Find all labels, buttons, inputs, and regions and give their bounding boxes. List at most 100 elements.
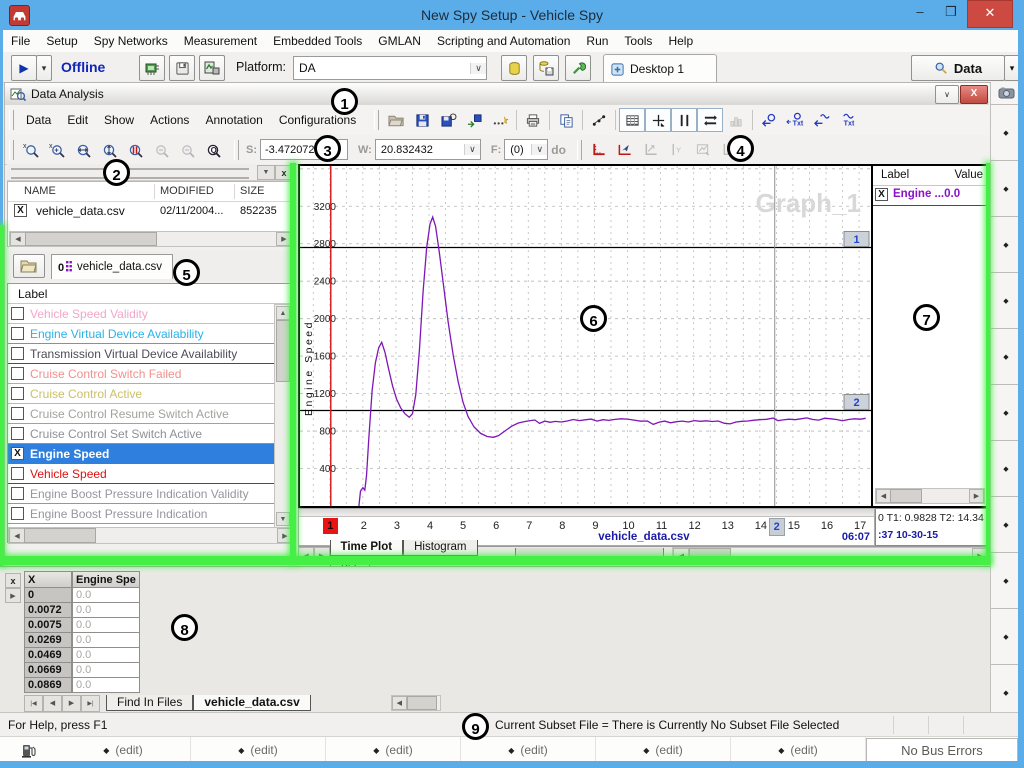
da-menu-edit[interactable]: Edit (59, 109, 96, 131)
label-checkbox[interactable]: X (11, 447, 24, 460)
zoom-quality-button[interactable]: Q (200, 138, 226, 162)
edit-slot[interactable]: ◆(edit) (596, 737, 731, 763)
nav-prev-icon[interactable]: ◀ (43, 695, 62, 712)
cursor-1-marker[interactable]: 1 (323, 518, 338, 534)
table-row[interactable]: 00.0 (24, 587, 142, 603)
label-row-engine-speed[interactable]: XEngine Speed (8, 444, 274, 464)
file-row[interactable]: X vehicle_data.csv 02/11/2004... 852235 (8, 201, 292, 221)
column-size[interactable]: SIZE (240, 185, 264, 197)
label-checkbox[interactable] (11, 347, 24, 360)
export-signal-button[interactable] (808, 108, 834, 132)
scroll-left-icon[interactable]: ◀ (876, 489, 891, 503)
table-row[interactable]: 0.08690.0 (24, 677, 142, 693)
minimize-button[interactable]: – (905, 0, 935, 26)
label-row-cruise-control-active[interactable]: Cruise Control Active (8, 384, 274, 404)
edit-slot[interactable]: ◆(edit) (326, 737, 461, 763)
scrollbar-thumb[interactable] (276, 320, 290, 382)
copy-button[interactable] (553, 108, 579, 132)
column-name[interactable]: NAME (24, 185, 56, 197)
scroll-up-icon[interactable]: ▲ (276, 306, 290, 320)
toolbar-grip[interactable] (9, 140, 14, 160)
table-row[interactable]: 0.00750.0 (24, 617, 142, 633)
label-checkbox[interactable] (11, 367, 24, 380)
file-checkbox[interactable]: X (14, 204, 27, 217)
dock-close-button[interactable]: x (5, 573, 21, 588)
scrollbar-thumb[interactable] (890, 489, 922, 503)
label-checkbox[interactable] (11, 307, 24, 320)
menu-file[interactable]: File (3, 30, 38, 52)
value-panel-column-label[interactable]: Label (881, 169, 909, 181)
data-view-button[interactable]: Data (911, 55, 1005, 81)
menu-run[interactable]: Run (578, 30, 616, 52)
table-row[interactable]: 0.02690.0 (24, 632, 142, 648)
toolbar-grip[interactable] (374, 110, 379, 130)
cell-x[interactable]: 0.0869 (24, 677, 72, 693)
cell-x[interactable]: 0.0072 (24, 602, 72, 618)
menu-spy-networks[interactable]: Spy Networks (86, 30, 176, 52)
label-list-hscrollbar[interactable]: ◀ ▶ (8, 527, 294, 544)
tools-wrench-button[interactable] (565, 55, 591, 81)
strip-slot[interactable]: ◆ (991, 608, 1021, 664)
nav-next-icon[interactable]: ▶ (62, 695, 81, 712)
axis-y-button[interactable]: Y (664, 138, 690, 162)
axis-grip[interactable] (299, 509, 874, 517)
value-panel-hscrollbar[interactable]: ◀ ▶ (875, 488, 985, 504)
label-row-transmission-virtual-device-availability[interactable]: Transmission Virtual Device Availability (8, 344, 274, 364)
toggle-vertical-cursors-button[interactable] (671, 108, 697, 132)
zoom-horizontal-button[interactable] (70, 138, 96, 162)
label-checkbox[interactable] (11, 407, 24, 420)
zoom-out-button[interactable] (148, 138, 174, 162)
scrollbar-thumb[interactable] (25, 232, 157, 246)
tab-desktop-1[interactable]: Desktop 1 (603, 54, 717, 83)
axis-scale-button[interactable] (638, 138, 664, 162)
scroll-left-icon[interactable]: ◀ (9, 528, 25, 543)
export-button[interactable] (461, 108, 487, 132)
zoom-previous-button[interactable] (174, 138, 200, 162)
cell-value[interactable]: 0.0 (72, 677, 140, 693)
table-row[interactable]: 0.00720.0 (24, 602, 142, 618)
toggle-crosshair-button[interactable] (645, 108, 671, 132)
hardware-icon-button[interactable] (139, 55, 165, 81)
platform-setup-button[interactable] (199, 55, 225, 81)
cell-x[interactable]: 0 (24, 587, 72, 603)
cell-value[interactable]: 0.0 (72, 587, 140, 603)
cell-x[interactable]: 0.0469 (24, 647, 72, 663)
dock-tab-vehicle-data-csv[interactable]: vehicle_data.csv (193, 695, 310, 711)
label-row-cruise-control-set-switch-active[interactable]: Cruise Control Set Switch Active (8, 424, 274, 444)
cell-value[interactable]: 0.0 (72, 632, 140, 648)
da-close-button[interactable]: X (960, 85, 988, 104)
strip-slot[interactable]: ◆ (991, 552, 1021, 608)
strip-slot[interactable]: ◆ (991, 104, 1021, 160)
scroll-right-icon[interactable]: ▶ (969, 489, 984, 503)
label-checkbox[interactable] (11, 427, 24, 440)
zoom-restore-button[interactable]: x (18, 138, 44, 162)
axis-pointer-button[interactable] (612, 138, 638, 162)
label-row-cruise-control-resume-switch-active[interactable]: Cruise Control Resume Switch Active (8, 404, 274, 424)
label-row-engine-boost-pressure-indication[interactable]: Engine Boost Pressure Indication (8, 504, 274, 524)
edit-slot[interactable]: ◆(edit) (191, 737, 326, 763)
value-panel-row[interactable]: X Engine ...0.0 (873, 186, 987, 206)
table-row[interactable]: 0.06690.0 (24, 662, 142, 678)
table-column-engine-spe[interactable]: Engine Spe (72, 571, 140, 588)
run-dropdown[interactable]: ▾ (36, 55, 52, 81)
table-column-x[interactable]: X (24, 571, 72, 588)
edit-slot[interactable]: ◆(edit) (56, 737, 191, 763)
scroll-down-icon[interactable]: ▼ (276, 512, 290, 526)
tab-histogram[interactable]: Histogram (403, 540, 477, 556)
zoom-cursors-button[interactable] (122, 138, 148, 162)
import-text-button[interactable]: Txt (782, 108, 808, 132)
time-plot-chart[interactable]: Graph_1400800120016002000240028003200Eng… (300, 166, 871, 506)
toolbar-grip[interactable] (234, 140, 239, 160)
zoom-window-button[interactable]: x+ (44, 138, 70, 162)
chart-properties-button[interactable] (690, 138, 716, 162)
scroll-left-icon[interactable]: ◀ (392, 696, 407, 710)
scroll-left-icon[interactable]: ◀ (10, 232, 26, 246)
label-checkbox[interactable] (11, 327, 24, 340)
dock-tab-find-in-files[interactable]: Find In Files (106, 695, 193, 711)
toggle-grid-button[interactable] (619, 108, 645, 132)
menu-help[interactable]: Help (660, 30, 701, 52)
edit-slot[interactable]: ◆(edit) (731, 737, 866, 763)
platform-select[interactable]: DA ∨ (293, 56, 487, 80)
label-row-vehicle-speed-validity[interactable]: Vehicle Speed Validity (8, 304, 274, 324)
save-button[interactable] (409, 108, 435, 132)
